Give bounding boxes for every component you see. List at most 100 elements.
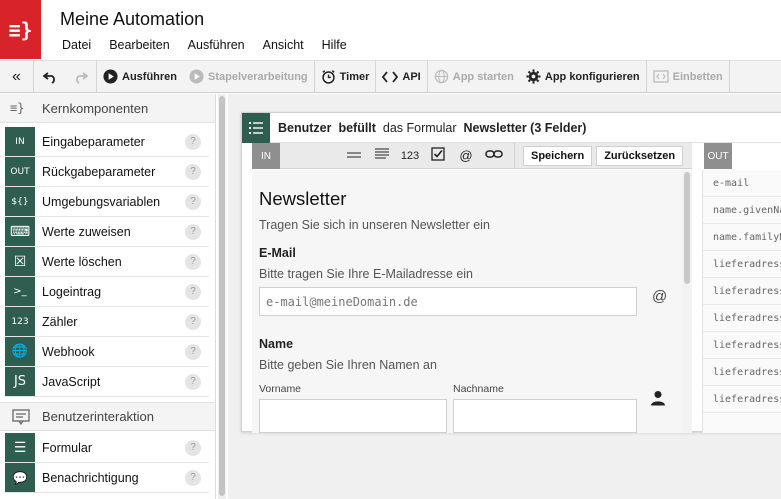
redo-button[interactable] [66,61,96,92]
sidebar-item-rueckgabeparameter[interactable]: OUT Rückgabeparameter ? [5,157,209,187]
link-field-icon[interactable] [480,149,508,162]
output-item[interactable]: lieferadresse [703,251,781,278]
short-text-field-icon[interactable] [340,150,368,162]
output-item[interactable]: e-mail [703,170,781,197]
sidebar-item-umgebungsvariablen[interactable]: ${} Umgebungsvariablen ? [5,187,209,217]
core-components-icon: ≡} [10,101,25,115]
sidebar-item-label: Formular [42,440,93,455]
play-outline-icon [189,69,204,84]
component-sidebar: ≡} Kernkomponenten IN Eingabeparameter ?… [0,94,216,499]
firstname-label: Vorname [259,383,302,395]
timer-button[interactable]: Timer [315,61,376,92]
email-field-icon[interactable]: @ [452,148,480,163]
number-field-icon[interactable]: 123 [396,150,424,162]
sidebar-item-zaehler[interactable]: 123 Zähler ? [5,307,209,337]
save-button[interactable]: Speichern [523,145,593,166]
menu-hilfe[interactable]: Hilfe [313,38,356,52]
menu-ausfuehren[interactable]: Ausführen [179,38,254,52]
api-button[interactable]: API [376,61,426,92]
sidebar-item-formular[interactable]: ☰ Formular ? [5,433,209,463]
output-item[interactable]: name.givenName [703,197,781,224]
section-user-interaction-label: Benutzerinteraktion [42,409,155,424]
input-port-label: IN [252,143,280,169]
email-input[interactable]: e-mail@meineDomain.de [259,287,637,316]
sidebar-item-label: Logeintrag [42,284,102,299]
sidebar-item-webhook[interactable]: 🌐 Webhook ? [5,337,209,367]
help-icon[interactable]: ? [185,283,201,300]
form-title: Newsletter [259,188,347,209]
form-node-title: Benutzer befüllt das Formular Newsletter… [278,121,586,135]
sidebar-scrollbar-thumb[interactable] [219,96,225,496]
lastname-label: Nachname [453,383,504,395]
menu-bearbeiten[interactable]: Bearbeiten [100,38,178,52]
workflow-canvas[interactable]: Benutzer befüllt das Formular Newsletter… [228,94,781,499]
keyboard-icon: ⌨ [5,217,35,246]
output-item[interactable]: lieferadresse [703,386,781,413]
sidebar-item-label: Benachrichtigung [42,470,139,485]
help-icon[interactable]: ? [185,439,201,456]
help-icon[interactable]: ? [185,373,201,390]
sidebar-item-label: Webhook [42,344,95,359]
app-configure-button[interactable]: App konfigurieren [520,61,646,92]
sidebar-item-logeintrag[interactable]: >_ Logeintrag ? [5,277,209,307]
help-icon[interactable]: ? [185,313,201,330]
name-help: Bitte geben Sie Ihren Namen an [259,358,437,372]
input-params-icon: IN [5,127,35,156]
run-button[interactable]: Ausführen [97,61,183,92]
form-subtitle: Tragen Sie sich in unseren Newsletter ei… [259,218,490,232]
output-item[interactable]: lieferadresse [703,278,781,305]
long-text-field-icon[interactable] [368,148,396,163]
form-node-header[interactable]: Benutzer befüllt das Formular Newsletter… [242,112,781,143]
alarm-clock-icon [321,70,335,84]
sidebar-item-javascript[interactable]: JS JavaScript ? [5,367,209,397]
undo-button[interactable] [34,61,66,92]
reset-button[interactable]: Zurücksetzen [596,145,684,166]
form-scrollbar[interactable] [682,170,692,433]
api-label: API [402,70,421,83]
help-icon[interactable]: ? [185,223,201,240]
sidebar-item-benachrichtigung[interactable]: 💬 Benachrichtigung ? [5,463,209,493]
sidebar-item-werte-zuweisen[interactable]: ⌨ Werte zuweisen ? [5,217,209,247]
javascript-icon: JS [5,367,35,396]
collapse-sidebar-button[interactable]: « [0,61,33,92]
help-icon[interactable]: ? [185,163,201,180]
form-scrollbar-thumb[interactable] [684,172,690,284]
terminal-icon: >_ [5,277,35,306]
section-user-interaction[interactable]: Benutzerinteraktion [0,402,215,431]
menubar: Datei Bearbeiten Ausführen Ansicht Hilfe [53,38,356,52]
redo-icon [76,71,88,84]
sidebar-item-label: Zähler [42,314,78,329]
output-item[interactable]: lieferadresse [703,305,781,332]
embed-button[interactable]: Einbetten [647,61,729,92]
output-item[interactable]: lieferadresse [703,359,781,386]
output-port-label: OUT [704,143,732,169]
help-icon[interactable]: ? [185,343,201,360]
help-icon[interactable]: ? [185,193,201,210]
sidebar-item-eingabeparameter[interactable]: IN Eingabeparameter ? [5,127,209,157]
sidebar-item-werte-loeschen[interactable]: ☒ Werte löschen ? [5,247,209,277]
form-field-toolbar: 123 @ Speichern Zurücksetzen [280,142,692,169]
form-list-icon: ☰ [5,433,35,462]
batch-button[interactable]: Stapelverarbeitung [183,61,314,92]
section-core-components[interactable]: ≡} Kernkomponenten [0,94,215,123]
timer-label: Timer [339,70,370,83]
help-icon[interactable]: ? [185,469,201,486]
code-brackets-icon [382,70,399,83]
firstname-input[interactable] [259,399,447,433]
app-logo: ≡} [0,0,41,59]
help-icon[interactable]: ? [185,133,201,150]
checkbox-field-icon[interactable] [424,147,452,164]
menu-datei[interactable]: Datei [53,38,100,52]
app-configure-label: App konfigurieren [544,70,640,83]
form-node[interactable]: Benutzer befüllt das Formular Newsletter… [241,112,781,433]
app-start-button[interactable]: App starten [428,61,520,92]
output-params-icon: OUT [5,157,35,186]
lastname-input[interactable] [453,399,637,433]
help-icon[interactable]: ? [185,253,201,270]
output-item[interactable]: lieferadresse [703,332,781,359]
sidebar-item-label: Werte zuweisen [42,224,131,239]
output-item[interactable]: name.familyName [703,224,781,251]
globe-icon [434,69,448,84]
menu-ansicht[interactable]: Ansicht [254,38,313,52]
sidebar-scrollbar[interactable] [218,94,226,499]
